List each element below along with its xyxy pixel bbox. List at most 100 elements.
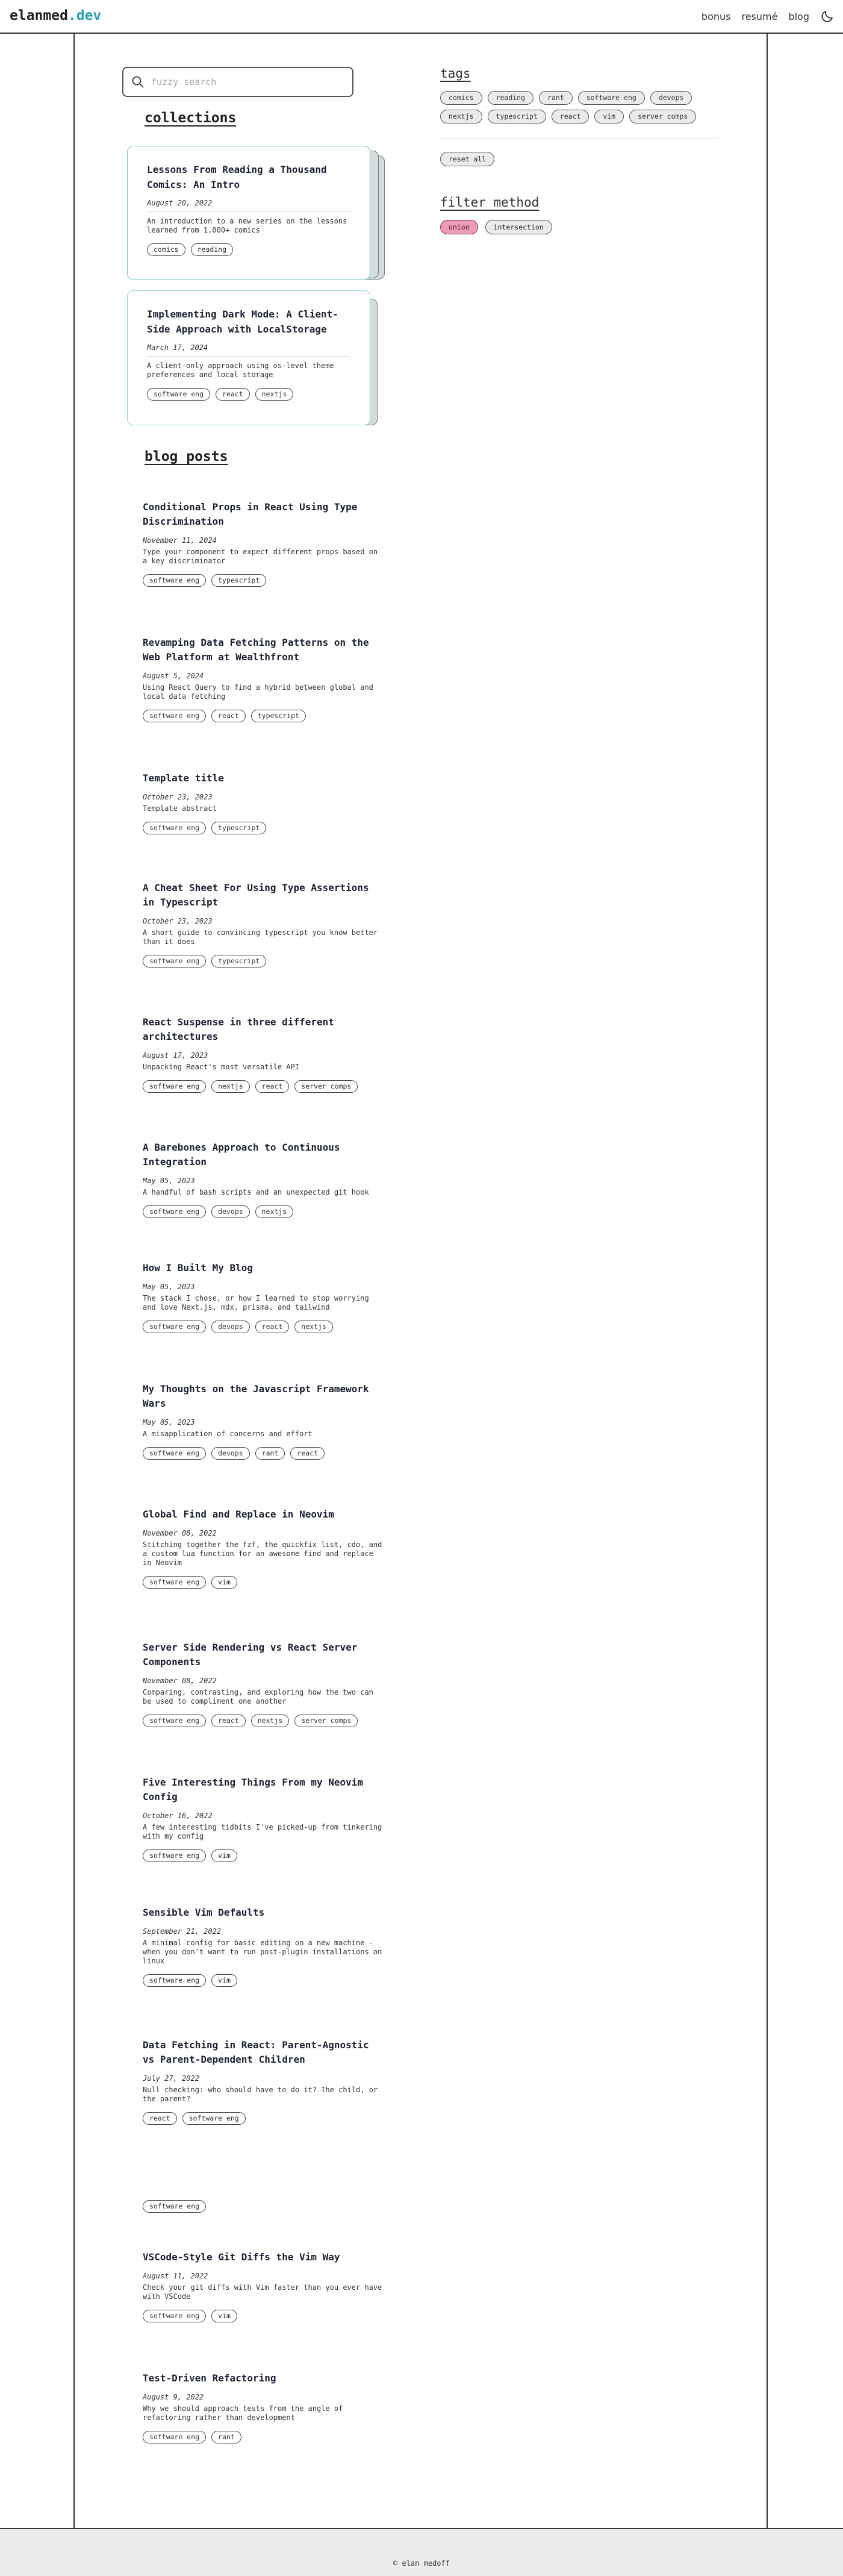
filter-tag-devops[interactable]: devops — [650, 91, 692, 105]
blog-post[interactable]: React Suspense in three different archit… — [143, 1015, 384, 1093]
nav-link-bonus[interactable]: bonus — [701, 11, 731, 22]
tag-nextjs[interactable]: nextjs — [250, 1715, 290, 1727]
tag-typescript[interactable]: typescript — [211, 574, 267, 587]
blog-post[interactable]: A Cheat Sheet For Using Type Assertions … — [143, 881, 384, 968]
tag-vim[interactable]: vim — [211, 1849, 237, 1862]
filter-tag-software-eng[interactable]: software eng — [577, 91, 645, 105]
collection-card[interactable]: Implementing Dark Mode: A Client-Side Ap… — [127, 290, 370, 425]
tag-vim[interactable]: vim — [211, 2310, 237, 2322]
filter-tag-reading[interactable]: reading — [487, 91, 534, 105]
filter-tag-react[interactable]: react — [551, 110, 589, 123]
tag-devops[interactable]: devops — [211, 1447, 250, 1460]
tag-vim[interactable]: vim — [211, 1576, 237, 1589]
blog-post[interactable]: software eng — [143, 2200, 384, 2213]
tag-software-eng[interactable]: software eng — [143, 1447, 207, 1460]
post-title[interactable]: Five Interesting Things From my Neovim C… — [143, 1775, 384, 1804]
tag-software-eng[interactable]: software eng — [143, 2431, 207, 2443]
copyright-text: © elan medoff — [393, 2559, 450, 2568]
filter-tag-rant[interactable]: rant — [539, 91, 573, 105]
moon-icon[interactable] — [820, 9, 835, 23]
reset-all-button[interactable]: reset all — [440, 152, 495, 166]
tag-rant[interactable]: rant — [211, 2431, 241, 2443]
blog-post[interactable]: Sensible Vim Defaults September 21, 2022 A… — [143, 1905, 384, 1987]
tag-devops[interactable]: devops — [211, 1321, 250, 1333]
tag-typescript[interactable]: typescript — [250, 710, 306, 722]
tag-comics[interactable]: comics — [147, 243, 185, 256]
blog-post[interactable]: Global Find and Replace in Neovim Novembe… — [143, 1507, 384, 1589]
post-title[interactable]: Sensible Vim Defaults — [143, 1905, 384, 1920]
blog-post[interactable]: VSCode-Style Git Diffs the Vim Way August… — [143, 2250, 384, 2322]
tag-reading[interactable]: reading — [190, 243, 234, 256]
tag-react[interactable]: react — [143, 2112, 177, 2125]
tag-software-eng[interactable]: software eng — [143, 955, 207, 968]
post-title[interactable]: Server Side Rendering vs React Server Co… — [143, 1640, 384, 1669]
blog-post[interactable]: A Barebones Approach to Continuous Integ… — [143, 1140, 384, 1218]
tag-software-eng[interactable]: software eng — [143, 1321, 207, 1333]
tag-software-eng[interactable]: software eng — [143, 1849, 207, 1862]
filter-tag-typescript[interactable]: typescript — [487, 110, 546, 123]
tag-typescript[interactable]: typescript — [211, 955, 267, 968]
post-title[interactable]: A Barebones Approach to Continuous Integ… — [143, 1140, 384, 1169]
post-title[interactable]: A Cheat Sheet For Using Type Assertions … — [143, 881, 384, 910]
post-title[interactable]: Data Fetching in React: Parent-Agnostic … — [143, 2038, 384, 2067]
site-logo[interactable]: elanmed.dev — [10, 8, 101, 23]
tag-software-eng[interactable]: software eng — [143, 2310, 207, 2322]
blog-post[interactable]: Template title October 23, 2023 Template a… — [143, 771, 384, 834]
post-title[interactable]: VSCode-Style Git Diffs the Vim Way — [143, 2250, 384, 2265]
tag-react[interactable]: react — [211, 1715, 246, 1727]
blog-post[interactable]: Test-Driven Refactoring August 9, 2022 Why… — [143, 2371, 384, 2443]
tag-nextjs[interactable]: nextjs — [211, 1080, 250, 1093]
tag-typescript[interactable]: typescript — [211, 822, 267, 834]
tag-server-comps[interactable]: server comps — [294, 1080, 358, 1093]
nav-link-resume[interactable]: resumé — [741, 11, 777, 22]
post-title[interactable]: Global Find and Replace in Neovim — [143, 1507, 384, 1522]
tag-server-comps[interactable]: server comps — [294, 1715, 358, 1727]
tag-software-eng[interactable]: software eng — [143, 574, 207, 587]
tag-software-eng[interactable]: software eng — [143, 822, 207, 834]
post-title[interactable]: Template title — [143, 771, 384, 786]
tag-software-eng[interactable]: software eng — [143, 1576, 207, 1589]
tag-react[interactable]: react — [255, 1321, 290, 1333]
blog-post[interactable]: Revamping Data Fetching Patterns on the … — [143, 636, 384, 722]
filter-tag-nextjs[interactable]: nextjs — [440, 110, 482, 123]
tag-list: software eng devops nextjs — [143, 1205, 384, 1218]
tag-devops[interactable]: devops — [211, 1205, 250, 1218]
tag-software-eng[interactable]: software eng — [147, 388, 211, 401]
blog-post[interactable]: Five Interesting Things From my Neovim C… — [143, 1775, 384, 1862]
post-title[interactable]: Revamping Data Fetching Patterns on the … — [143, 636, 384, 664]
blog-post[interactable]: Server Side Rendering vs React Server Co… — [143, 1640, 384, 1727]
tag-rant[interactable]: rant — [255, 1447, 285, 1460]
tag-react[interactable]: react — [290, 1447, 325, 1460]
tag-react[interactable]: react — [211, 710, 246, 722]
nav-link-blog[interactable]: blog — [788, 11, 809, 22]
tag-software-eng[interactable]: software eng — [143, 1205, 207, 1218]
blog-post[interactable]: Conditional Props in React Using Type Di… — [143, 500, 384, 587]
filter-union-button[interactable]: union — [440, 220, 478, 234]
tag-software-eng[interactable]: software eng — [143, 1715, 207, 1727]
blog-post[interactable]: How I Built My Blog May 05, 2023 The stack… — [143, 1261, 384, 1333]
post-title[interactable]: How I Built My Blog — [143, 1261, 384, 1275]
tag-react[interactable]: react — [216, 388, 250, 401]
tag-react[interactable]: react — [255, 1080, 290, 1093]
collection-card[interactable]: Lessons From Reading a Thousand Comics: … — [127, 146, 370, 280]
tag-nextjs[interactable]: nextjs — [294, 1321, 333, 1333]
tag-software-eng[interactable]: software eng — [143, 1974, 207, 1987]
blog-post[interactable]: Data Fetching in React: Parent-Agnostic … — [143, 2038, 384, 2125]
filter-tag-vim[interactable]: vim — [594, 110, 624, 123]
blog-post[interactable]: My Thoughts on the Javascript Framework … — [143, 1382, 384, 1460]
tag-nextjs[interactable]: nextjs — [255, 388, 294, 401]
tag-software-eng[interactable]: software eng — [143, 2200, 207, 2213]
tag-vim[interactable]: vim — [211, 1974, 237, 1987]
tag-nextjs[interactable]: nextjs — [255, 1205, 294, 1218]
post-title[interactable]: Test-Driven Refactoring — [143, 2371, 384, 2386]
filter-tag-comics[interactable]: comics — [440, 91, 482, 105]
tag-software-eng[interactable]: software eng — [143, 1080, 207, 1093]
post-title[interactable]: React Suspense in three different archit… — [143, 1015, 384, 1044]
tag-software-eng[interactable]: software eng — [182, 2112, 246, 2125]
filter-tag-server-comps[interactable]: server comps — [629, 110, 697, 123]
post-title[interactable]: Conditional Props in React Using Type Di… — [143, 500, 384, 529]
post-title[interactable]: My Thoughts on the Javascript Framework … — [143, 1382, 384, 1411]
tag-software-eng[interactable]: software eng — [143, 710, 207, 722]
filter-intersection-button[interactable]: intersection — [485, 220, 552, 234]
search-input[interactable] — [151, 74, 344, 90]
